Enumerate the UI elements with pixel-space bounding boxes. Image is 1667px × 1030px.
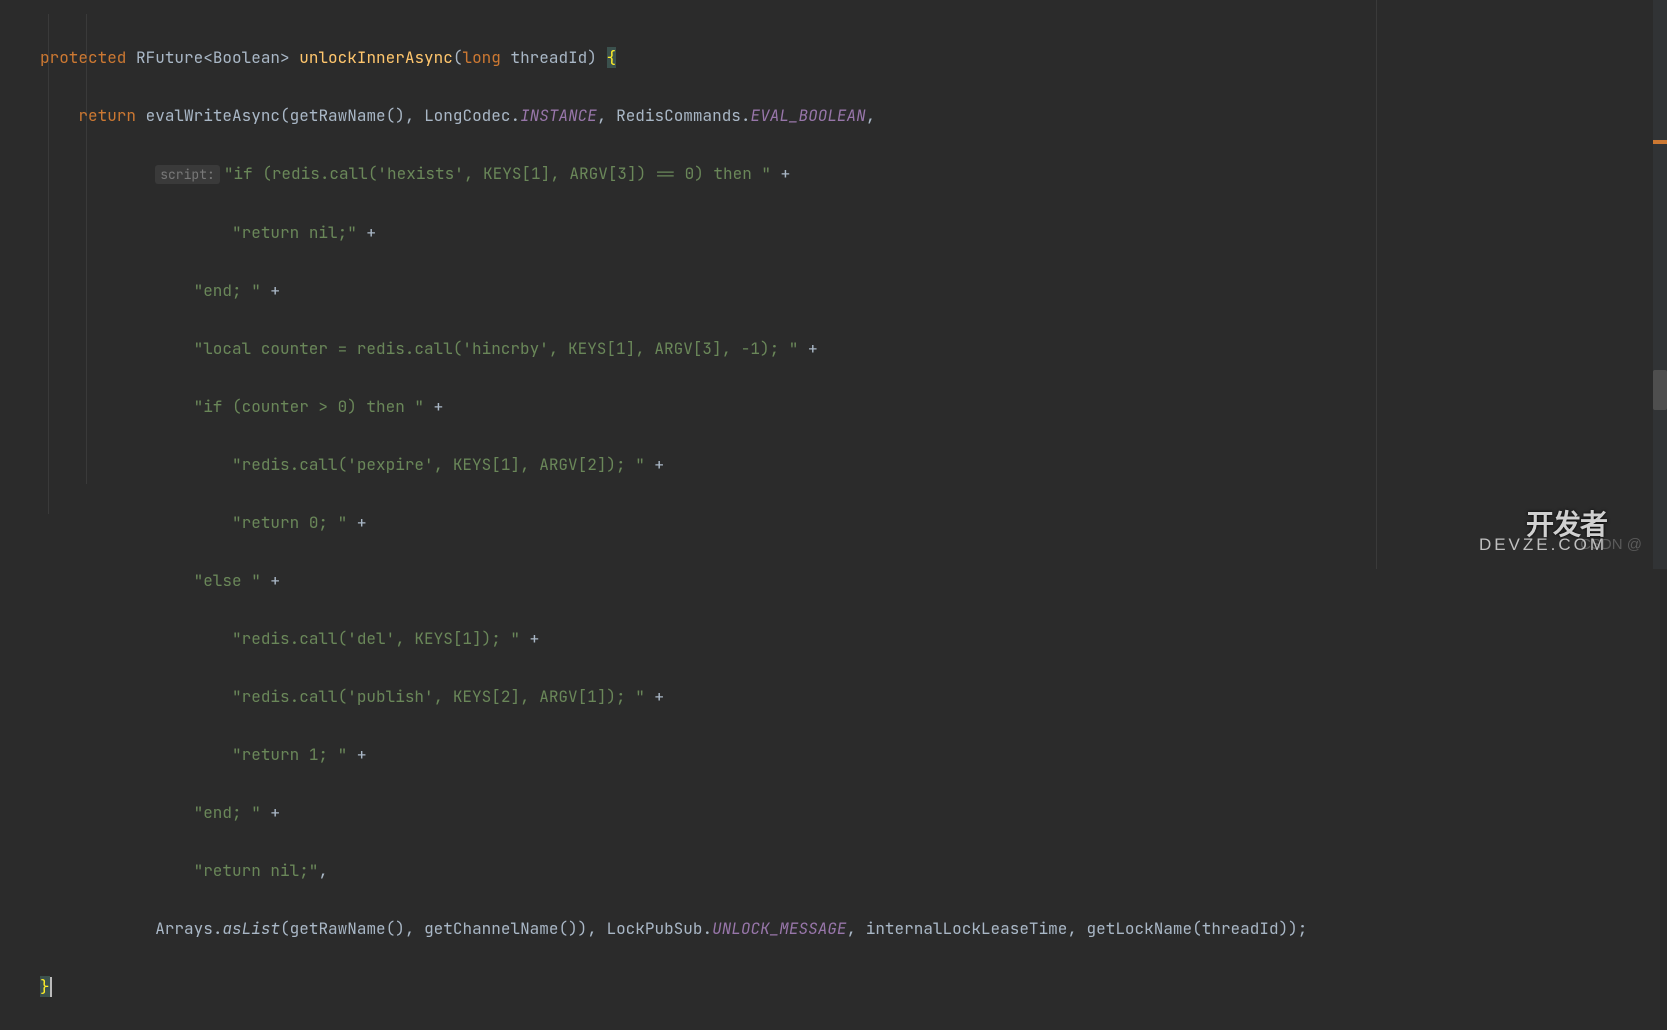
scrollbar-thumb[interactable] — [1653, 370, 1667, 410]
class-longcodec: LongCodec — [424, 105, 510, 126]
code-line[interactable]: "return nil;", — [40, 856, 1667, 885]
class-lockpubsub: LockPubSub — [606, 918, 702, 939]
field-instance: INSTANCE — [520, 105, 597, 126]
string-literal: "local counter = redis.call('hincrby', K… — [194, 338, 799, 359]
string-literal: "redis.call('pexpire', KEYS[1], ARGV[2])… — [232, 454, 645, 475]
field-evalboolean: EVAL_BOOLEAN — [751, 105, 866, 126]
string-literal: "if (redis.call('hexists', KEYS[1], ARGV… — [224, 163, 771, 184]
method-getlockname: getLockName — [1087, 918, 1193, 939]
string-literal: "return 0; " — [232, 512, 347, 533]
code-line[interactable]: return evalWriteAsync(getRawName(), Long… — [40, 101, 1667, 130]
code-line[interactable]: "if (counter > 0) then " + — [40, 392, 1667, 421]
keyword-protected: protected — [40, 47, 126, 68]
code-line[interactable]: "redis.call('pexpire', KEYS[1], ARGV[2])… — [40, 450, 1667, 479]
brace-close-highlight: } — [40, 976, 50, 997]
code-line[interactable]: "return nil;" + — [40, 218, 1667, 247]
string-literal: "if (counter > 0) then " — [194, 396, 424, 417]
string-literal: "return 1; " — [232, 744, 347, 765]
code-line[interactable]: } — [40, 972, 1667, 1001]
string-literal: "end; " — [194, 802, 261, 823]
string-literal: "return nil;" — [194, 860, 319, 881]
param-threadid: threadId — [1202, 918, 1279, 939]
class-rediscommands: RedisCommands — [616, 105, 741, 126]
text-cursor — [50, 977, 52, 997]
code-line[interactable]: "redis.call('publish', KEYS[2], ARGV[1])… — [40, 682, 1667, 711]
string-literal: "redis.call('publish', KEYS[2], ARGV[1])… — [232, 686, 645, 707]
method-getchannelname: getChannelName — [424, 918, 558, 939]
minimap-marker — [1653, 140, 1667, 144]
keyword-long: long — [462, 47, 500, 68]
class-arrays: Arrays — [155, 918, 213, 939]
code-line[interactable]: "end; " + — [40, 798, 1667, 827]
brace-open-highlight: { — [607, 47, 617, 68]
watermark-logo-sub: DEVZE.COM — [1479, 530, 1607, 559]
code-line[interactable]: "else " + — [40, 566, 1667, 595]
method-getrawname: getRawName — [290, 918, 386, 939]
method-getrawname: getRawName — [290, 105, 386, 126]
method-evalwriteasync: evalWriteAsync — [146, 105, 280, 126]
string-literal: "else " — [194, 570, 261, 591]
type-boolean: Boolean — [213, 47, 280, 68]
field-unlockmessage: UNLOCK_MESSAGE — [712, 918, 846, 939]
code-line[interactable]: "end; " + — [40, 276, 1667, 305]
code-editor[interactable]: protected RFuture<Boolean> unlockInnerAs… — [0, 0, 1667, 1030]
method-unlockinnerasync: unlockInnerAsync — [299, 47, 453, 68]
code-line[interactable]: "return 1; " + — [40, 740, 1667, 769]
type-rfuture: RFuture — [136, 47, 203, 68]
method-aslist: asList — [222, 918, 280, 939]
code-line[interactable]: script:"if (redis.call('hexists', KEYS[1… — [40, 159, 1667, 189]
string-literal: "end; " — [194, 280, 261, 301]
parameter-hint-script: script: — [155, 165, 220, 184]
code-line[interactable]: "return 0; " + — [40, 508, 1667, 537]
code-line[interactable]: "local counter = redis.call('hincrby', K… — [40, 334, 1667, 363]
param-threadid: threadId — [510, 47, 587, 68]
code-line[interactable]: "redis.call('del', KEYS[1]); " + — [40, 624, 1667, 653]
code-line[interactable]: protected RFuture<Boolean> unlockInnerAs… — [40, 43, 1667, 72]
string-literal: "redis.call('del', KEYS[1]); " — [232, 628, 520, 649]
keyword-return: return — [78, 105, 136, 126]
string-literal: "return nil;" — [232, 222, 357, 243]
minimap-scrollbar[interactable] — [1653, 0, 1667, 569]
code-line[interactable]: Arrays.asList(getRawName(), getChannelNa… — [40, 914, 1667, 943]
field-internallockleasetime: internalLockLeaseTime — [866, 918, 1068, 939]
